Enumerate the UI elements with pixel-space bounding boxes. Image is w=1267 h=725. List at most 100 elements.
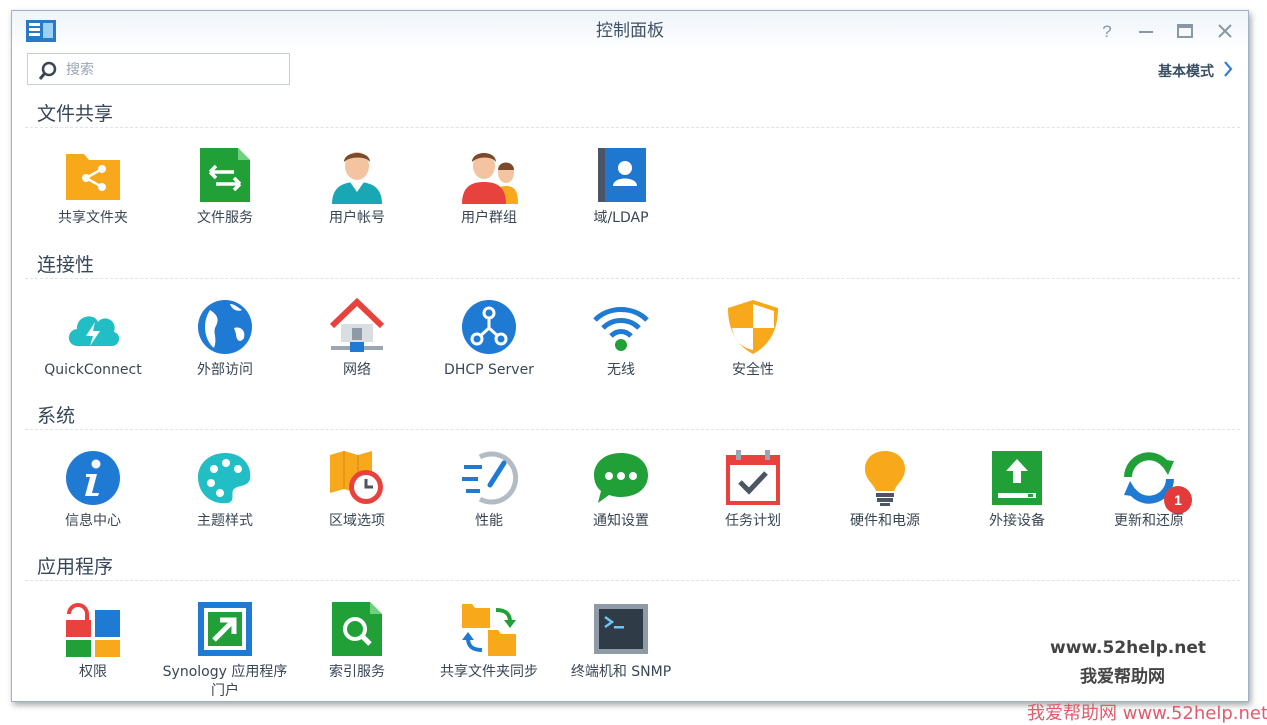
item-wireless[interactable]: 无线 bbox=[555, 298, 687, 408]
section-divider bbox=[25, 429, 1240, 430]
window-title: 控制面板 bbox=[596, 21, 664, 41]
item-dhcp-server[interactable]: DHCP Server bbox=[423, 298, 555, 408]
watermark-footer: 我爱帮助网 www.52help.net bbox=[1027, 703, 1267, 724]
item-folder-sync[interactable]: 共享文件夹同步 bbox=[423, 600, 555, 701]
terminal-icon bbox=[594, 604, 648, 654]
item-external-devices[interactable]: 外接设备 bbox=[951, 449, 1083, 559]
privileges-icon bbox=[66, 603, 120, 657]
section-title-file-sharing: 文件共享 bbox=[37, 103, 114, 125]
user-icon bbox=[332, 152, 382, 204]
item-performance[interactable]: 性能 bbox=[423, 449, 555, 559]
item-label: 通知设置 bbox=[593, 513, 649, 529]
update-badge: 1 bbox=[1164, 486, 1192, 514]
item-shared-folder[interactable]: 共享文件夹 bbox=[27, 146, 159, 256]
item-label: 共享文件夹同步 bbox=[440, 664, 538, 680]
item-label: DHCP Server bbox=[444, 362, 534, 378]
maximize-icon[interactable] bbox=[1175, 21, 1195, 41]
control-panel-window: 控制面板 ? 基本模式 文件共享 共享文件夹 bbox=[11, 10, 1249, 702]
item-label: 域/LDAP bbox=[593, 210, 649, 226]
search-input[interactable] bbox=[64, 54, 288, 86]
group-icon bbox=[462, 153, 518, 204]
item-label: 外部访问 bbox=[197, 362, 253, 378]
item-indexing-service[interactable]: 索引服务 bbox=[291, 600, 423, 701]
section-title-applications: 应用程序 bbox=[37, 556, 114, 578]
item-hardware-power[interactable]: 硬件和电源 bbox=[819, 449, 951, 559]
watermark-site-name: 我爱帮助网 bbox=[1080, 667, 1165, 687]
watermark-url: www.52help.net bbox=[1050, 638, 1206, 658]
shield-icon bbox=[728, 300, 778, 354]
item-label: 任务计划 bbox=[725, 513, 781, 529]
search-box[interactable] bbox=[27, 53, 290, 86]
item-ldap[interactable]: 域/LDAP bbox=[555, 146, 687, 256]
region-icon bbox=[330, 451, 383, 504]
close-icon[interactable] bbox=[1215, 21, 1235, 41]
shared-folder-icon bbox=[66, 154, 120, 200]
item-label: 用户群组 bbox=[461, 210, 517, 226]
item-notification[interactable]: 通知设置 bbox=[555, 449, 687, 559]
title-bar[interactable]: 控制面板 ? bbox=[12, 11, 1248, 51]
item-label: 外接设备 bbox=[989, 513, 1045, 529]
item-group[interactable]: 用户群组 bbox=[423, 146, 555, 256]
palette-icon bbox=[198, 453, 251, 504]
section-divider bbox=[25, 127, 1240, 128]
quickconnect-icon bbox=[68, 316, 120, 346]
minimize-icon[interactable] bbox=[1136, 21, 1156, 41]
folder-sync-icon bbox=[462, 604, 516, 656]
item-quickconnect[interactable]: QuickConnect bbox=[27, 298, 159, 408]
svg-text:?: ? bbox=[1102, 22, 1111, 41]
calendar-icon bbox=[726, 450, 780, 505]
item-label: 权限 bbox=[79, 664, 107, 680]
item-label: 硬件和电源 bbox=[850, 513, 920, 529]
item-label: 无线 bbox=[607, 362, 635, 378]
chevron-right-icon[interactable] bbox=[1222, 60, 1234, 78]
item-label: 文件服务 bbox=[197, 210, 253, 226]
globe-icon bbox=[198, 300, 252, 354]
item-update-restore[interactable]: 1 更新和还原 bbox=[1083, 449, 1215, 559]
external-device-icon bbox=[992, 451, 1042, 505]
ldap-icon bbox=[598, 148, 646, 202]
performance-icon bbox=[462, 451, 518, 505]
item-user[interactable]: 用户帐号 bbox=[291, 146, 423, 256]
notification-icon bbox=[594, 453, 648, 503]
dhcp-icon bbox=[462, 300, 516, 354]
item-label: 网络 bbox=[343, 362, 371, 378]
section-title-connectivity: 连接性 bbox=[37, 254, 95, 276]
item-task-scheduler[interactable]: 任务计划 bbox=[687, 449, 819, 559]
item-network[interactable]: 网络 bbox=[291, 298, 423, 408]
item-info-center[interactable]: 信息中心 bbox=[27, 449, 159, 559]
item-terminal-snmp[interactable]: 终端机和 SNMP bbox=[555, 600, 687, 701]
item-app-portal[interactable]: Synology 应用程序门户 bbox=[159, 600, 291, 701]
wifi-icon bbox=[593, 307, 649, 351]
portal-icon bbox=[198, 602, 252, 656]
item-label: 用户帐号 bbox=[329, 210, 385, 226]
item-label: 区域选项 bbox=[329, 513, 385, 529]
item-label: 安全性 bbox=[732, 362, 774, 378]
item-label: 主题样式 bbox=[197, 513, 253, 529]
file-services-icon bbox=[200, 148, 250, 202]
network-icon bbox=[329, 298, 385, 352]
item-label: 索引服务 bbox=[329, 664, 385, 680]
item-external-access[interactable]: 外部访问 bbox=[159, 298, 291, 408]
item-security[interactable]: 安全性 bbox=[687, 298, 819, 408]
item-region[interactable]: 区域选项 bbox=[291, 449, 423, 559]
item-label: QuickConnect bbox=[44, 362, 142, 378]
section-divider bbox=[25, 278, 1240, 279]
section-divider bbox=[25, 580, 1240, 581]
indexing-icon bbox=[332, 602, 382, 656]
item-label: Synology 应用程序门户 bbox=[162, 664, 288, 699]
item-label: 信息中心 bbox=[65, 513, 121, 529]
item-label: 终端机和 SNMP bbox=[570, 664, 672, 680]
item-file-services[interactable]: 文件服务 bbox=[159, 146, 291, 256]
item-label: 更新和还原 bbox=[1114, 513, 1184, 529]
search-icon bbox=[38, 61, 57, 80]
basic-mode-link[interactable]: 基本模式 bbox=[1158, 61, 1214, 81]
item-label: 性能 bbox=[475, 513, 503, 529]
info-icon bbox=[66, 451, 120, 505]
section-title-system: 系统 bbox=[37, 405, 76, 427]
lightbulb-icon bbox=[864, 451, 906, 506]
item-label: 共享文件夹 bbox=[58, 210, 128, 226]
help-icon[interactable]: ? bbox=[1097, 21, 1117, 41]
item-theme[interactable]: 主题样式 bbox=[159, 449, 291, 559]
item-privileges[interactable]: 权限 bbox=[27, 600, 159, 701]
update-badge-count: 1 bbox=[1174, 492, 1182, 508]
